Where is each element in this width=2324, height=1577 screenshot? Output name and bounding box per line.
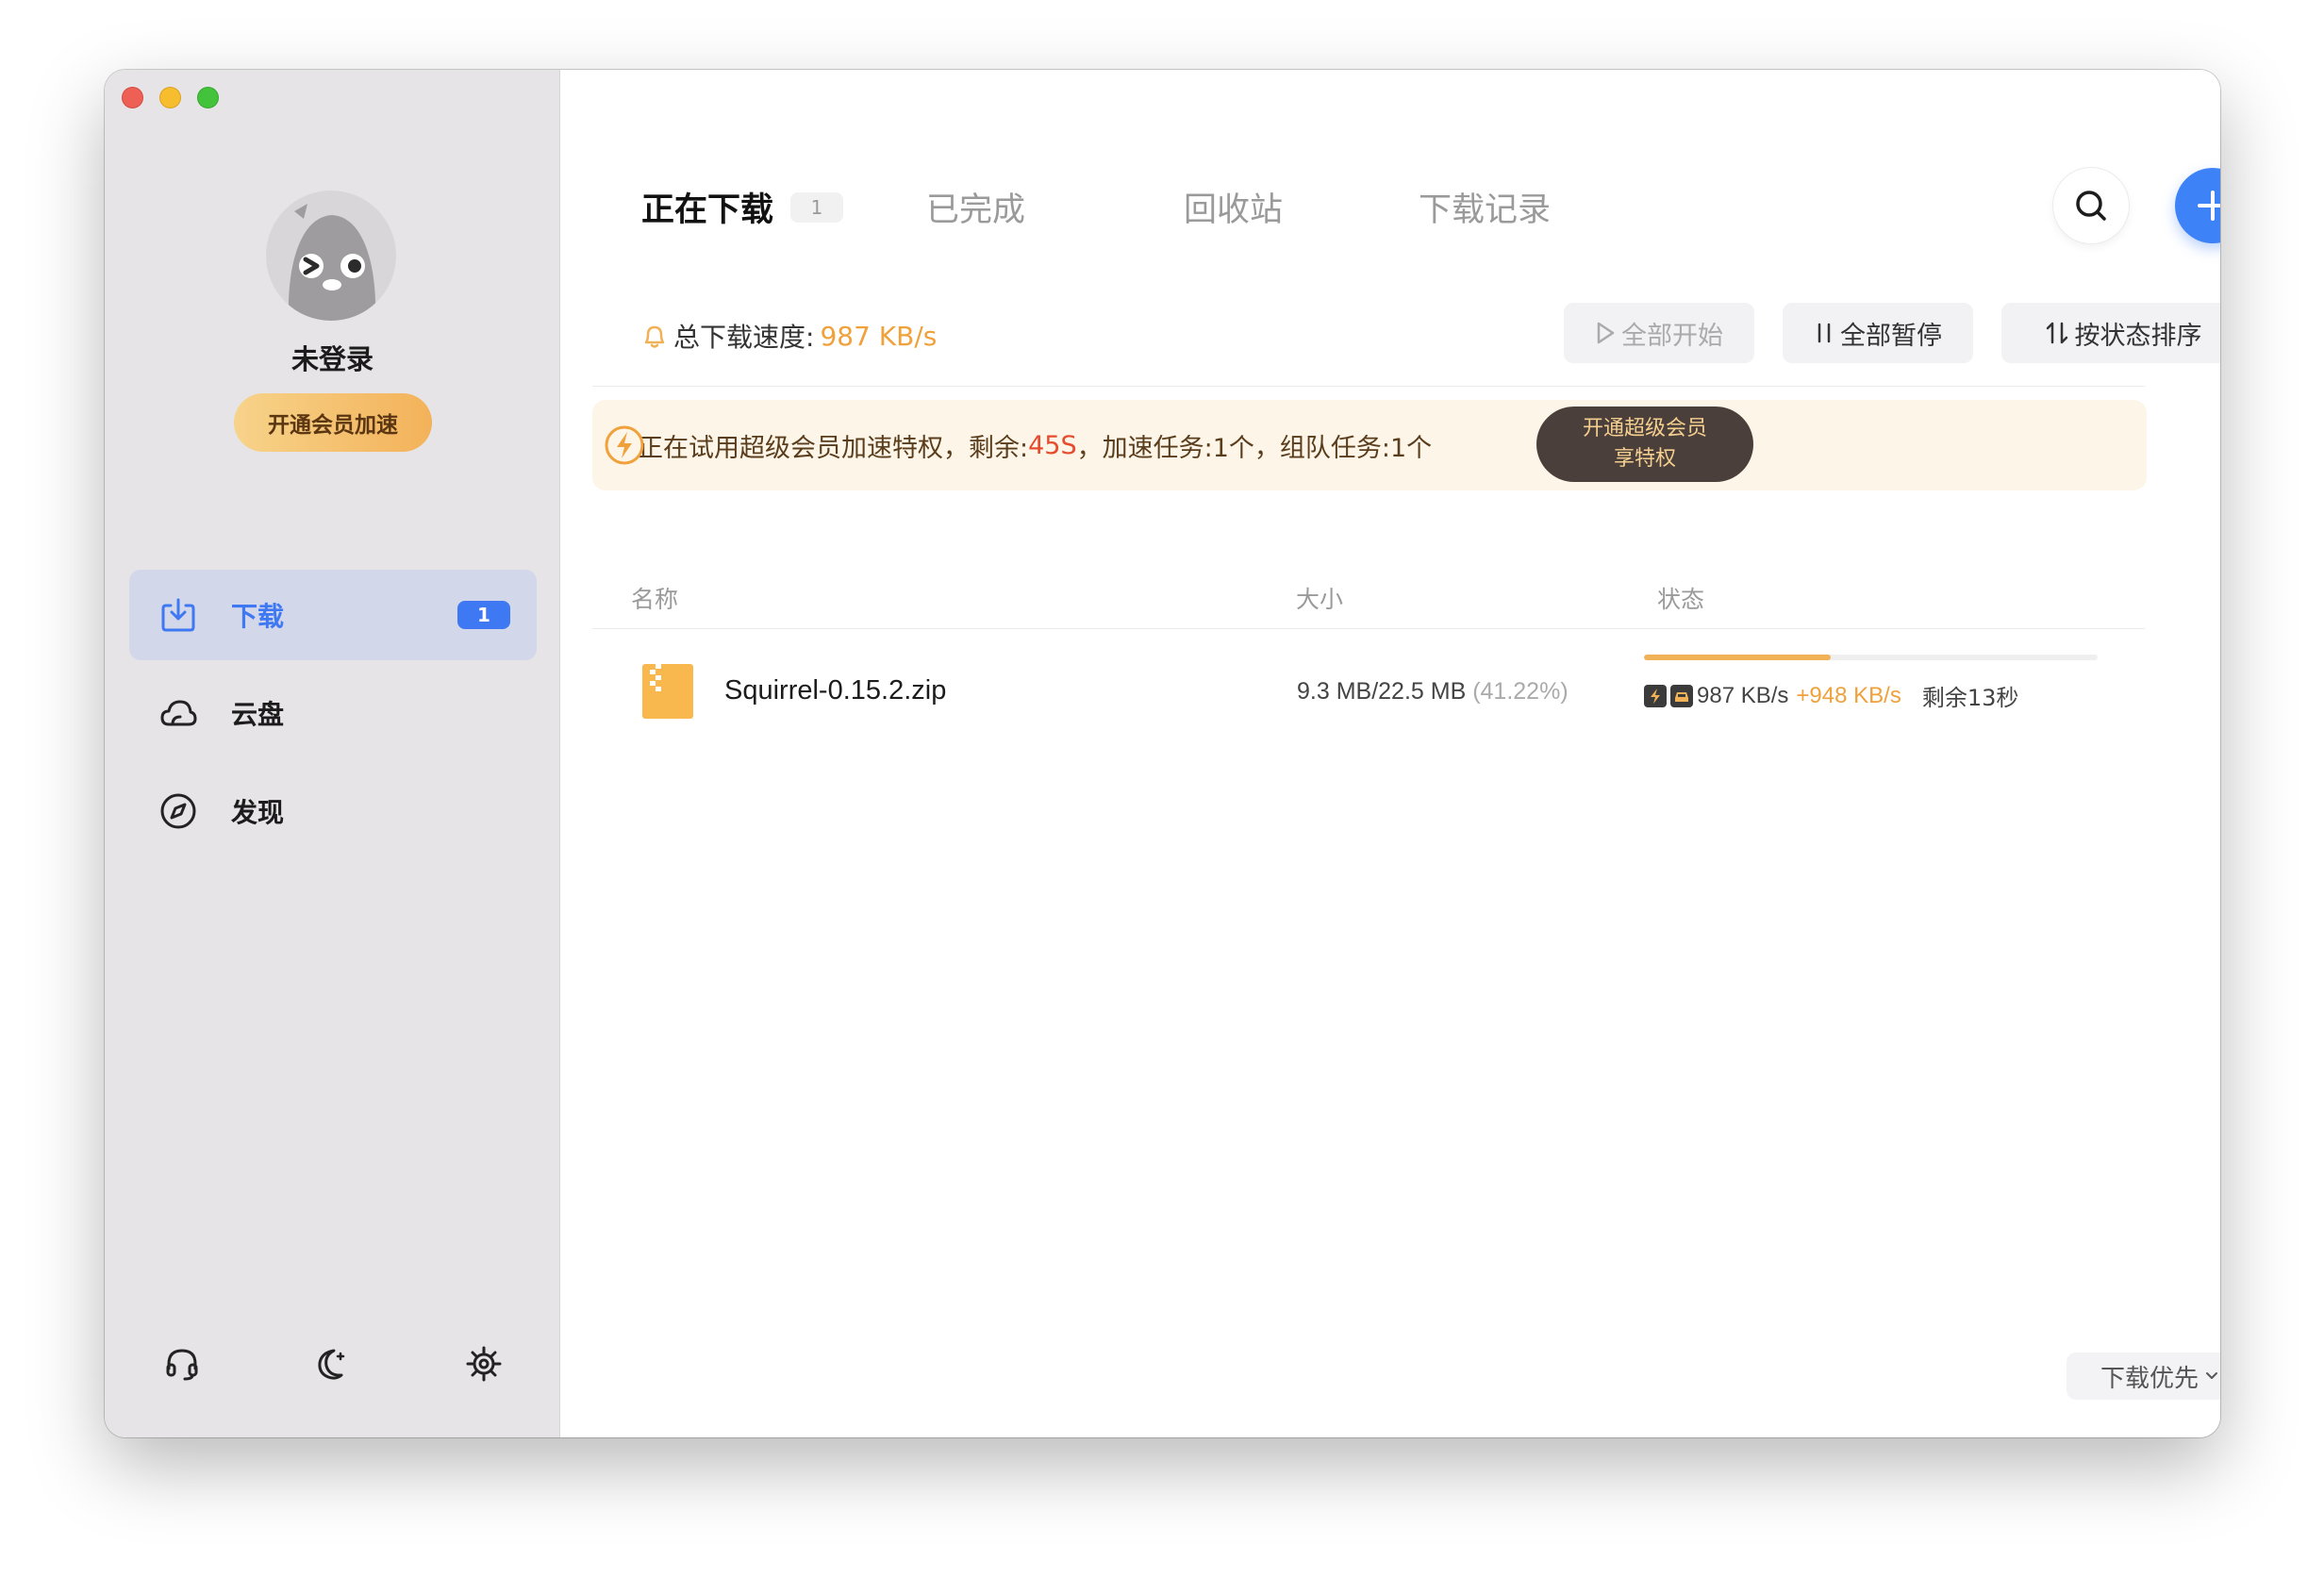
progress-fill bbox=[1644, 655, 1832, 660]
download-icon bbox=[158, 594, 199, 636]
total-speed-label: 总下载速度: bbox=[673, 322, 815, 353]
sidebar-item-label: 云盘 bbox=[231, 699, 285, 730]
tab-bar: 正在下载 1 已完成 回收站 下载记录 bbox=[641, 183, 1551, 231]
gear-icon[interactable] bbox=[463, 1343, 505, 1385]
tab-label: 下载记录 bbox=[1419, 191, 1552, 229]
compass-icon bbox=[158, 790, 199, 832]
chevron-down-icon bbox=[2206, 1372, 2217, 1379]
file-percent: (41.22%) bbox=[1472, 678, 1569, 705]
time-remaining: 剩余13秒 bbox=[1921, 685, 2019, 711]
tab-label: 已完成 bbox=[926, 191, 1026, 229]
sidebar-item-discover[interactable]: 发现 bbox=[129, 766, 537, 856]
cloud-icon bbox=[158, 692, 199, 734]
bird-avatar-icon bbox=[288, 204, 376, 321]
headset-icon[interactable] bbox=[161, 1343, 203, 1385]
divider bbox=[592, 386, 2145, 387]
open-super-vip-button[interactable]: 开通超级会员 享特权 bbox=[1536, 407, 1753, 482]
add-download-button[interactable] bbox=[2175, 168, 2220, 243]
column-header-size[interactable]: 大小 bbox=[1296, 581, 1343, 615]
tab-completed[interactable]: 已完成 bbox=[926, 183, 1025, 231]
car-badge-icon bbox=[1670, 684, 1693, 707]
window-controls bbox=[122, 87, 219, 108]
app-window: 未登录 开通会员加速 下载 1 云盘 发现 正在下载 1 已完成 回收站 下载记… bbox=[105, 70, 2220, 1437]
zip-file-icon bbox=[642, 664, 693, 719]
username-label: 未登录 bbox=[290, 343, 374, 375]
start-all-label: 全部开始 bbox=[1621, 321, 1723, 351]
banner-prefix: 正在试用超级会员加速特权，剩余: bbox=[638, 433, 1029, 463]
total-speed-value: 987 KB/s bbox=[820, 320, 938, 352]
column-header-status[interactable]: 状态 bbox=[1657, 581, 1704, 615]
download-priority-dropdown[interactable]: 下载优先 bbox=[2067, 1353, 2220, 1400]
play-icon bbox=[1597, 322, 1615, 344]
download-speed: 987 KB/s bbox=[1697, 682, 1789, 708]
pause-icon bbox=[1818, 323, 1831, 343]
divider bbox=[592, 628, 2145, 629]
lightning-icon bbox=[605, 425, 644, 465]
search-button[interactable] bbox=[2053, 168, 2129, 243]
sort-icon bbox=[2046, 322, 2067, 344]
start-all-button[interactable]: 全部开始 bbox=[1564, 303, 1754, 363]
boost-speed: +948 KB/s bbox=[1796, 682, 1901, 708]
tab-count-badge: 1 bbox=[790, 191, 844, 223]
banner-button-line1: 开通超级会员 bbox=[1582, 417, 1707, 440]
sidebar-item-download[interactable]: 下载 1 bbox=[129, 570, 537, 660]
tab-download-history[interactable]: 下载记录 bbox=[1419, 183, 1551, 231]
pause-all-label: 全部暂停 bbox=[1840, 321, 1942, 351]
file-name: Squirrel-0.15.2.zip bbox=[724, 675, 947, 706]
sidebar-item-label: 下载 bbox=[231, 601, 285, 632]
sidebar: 未登录 开通会员加速 下载 1 云盘 发现 bbox=[105, 70, 560, 1437]
download-row[interactable]: Squirrel-0.15.2.zip 9.3 MB/22.5 MB (41.2… bbox=[592, 636, 2145, 749]
search-icon bbox=[2076, 191, 2106, 221]
sort-by-status-button[interactable]: 按状态排序 bbox=[2001, 303, 2220, 363]
sidebar-item-cloud[interactable]: 云盘 bbox=[129, 668, 537, 758]
sort-label: 按状态排序 bbox=[2074, 321, 2202, 351]
vip-speedup-button[interactable]: 开通会员加速 bbox=[234, 393, 432, 452]
vip-trial-banner: 正在试用超级会员加速特权，剩余: 45S ，加速任务:1个，组队任务:1个 开通… bbox=[592, 400, 2147, 490]
plus-icon bbox=[2198, 191, 2220, 221]
tab-label: 回收站 bbox=[1184, 191, 1284, 229]
banner-remaining-time: 45S bbox=[1028, 430, 1077, 460]
zoom-window-button[interactable] bbox=[197, 87, 219, 108]
tab-label: 正在下载 bbox=[641, 191, 774, 229]
avatar[interactable] bbox=[266, 191, 396, 321]
sidebar-nav: 下载 1 云盘 发现 bbox=[129, 570, 537, 864]
pause-all-button[interactable]: 全部暂停 bbox=[1783, 303, 1973, 363]
minimize-window-button[interactable] bbox=[159, 87, 181, 108]
bell-icon bbox=[644, 325, 665, 348]
banner-button-line2: 享特权 bbox=[1613, 447, 1676, 471]
main-panel: 正在下载 1 已完成 回收站 下载记录 总下载速度: 987 KB/s 全部开始… bbox=[561, 70, 2220, 1437]
moon-icon[interactable] bbox=[312, 1343, 354, 1385]
lightning-badge-icon bbox=[1644, 684, 1667, 707]
download-status: 987 KB/s +948 KB/s 剩余13秒 bbox=[1644, 679, 2018, 712]
priority-label: 下载优先 bbox=[2100, 1364, 2199, 1393]
download-count-badge: 1 bbox=[457, 601, 510, 629]
total-speed: 总下载速度: 987 KB/s bbox=[641, 317, 937, 355]
column-header-name[interactable]: 名称 bbox=[631, 581, 678, 615]
tab-recycle-bin[interactable]: 回收站 bbox=[1184, 183, 1283, 231]
tab-downloading[interactable]: 正在下载 1 bbox=[641, 183, 844, 231]
download-progress-bar bbox=[1644, 655, 2098, 660]
file-size: 9.3 MB/22.5 MB (41.22%) bbox=[1297, 678, 1569, 706]
sidebar-item-label: 发现 bbox=[231, 797, 285, 828]
close-window-button[interactable] bbox=[122, 87, 143, 108]
banner-suffix: ，加速任务:1个，组队任务:1个 bbox=[1076, 433, 1433, 463]
file-size-progress: 9.3 MB/22.5 MB bbox=[1297, 678, 1467, 705]
